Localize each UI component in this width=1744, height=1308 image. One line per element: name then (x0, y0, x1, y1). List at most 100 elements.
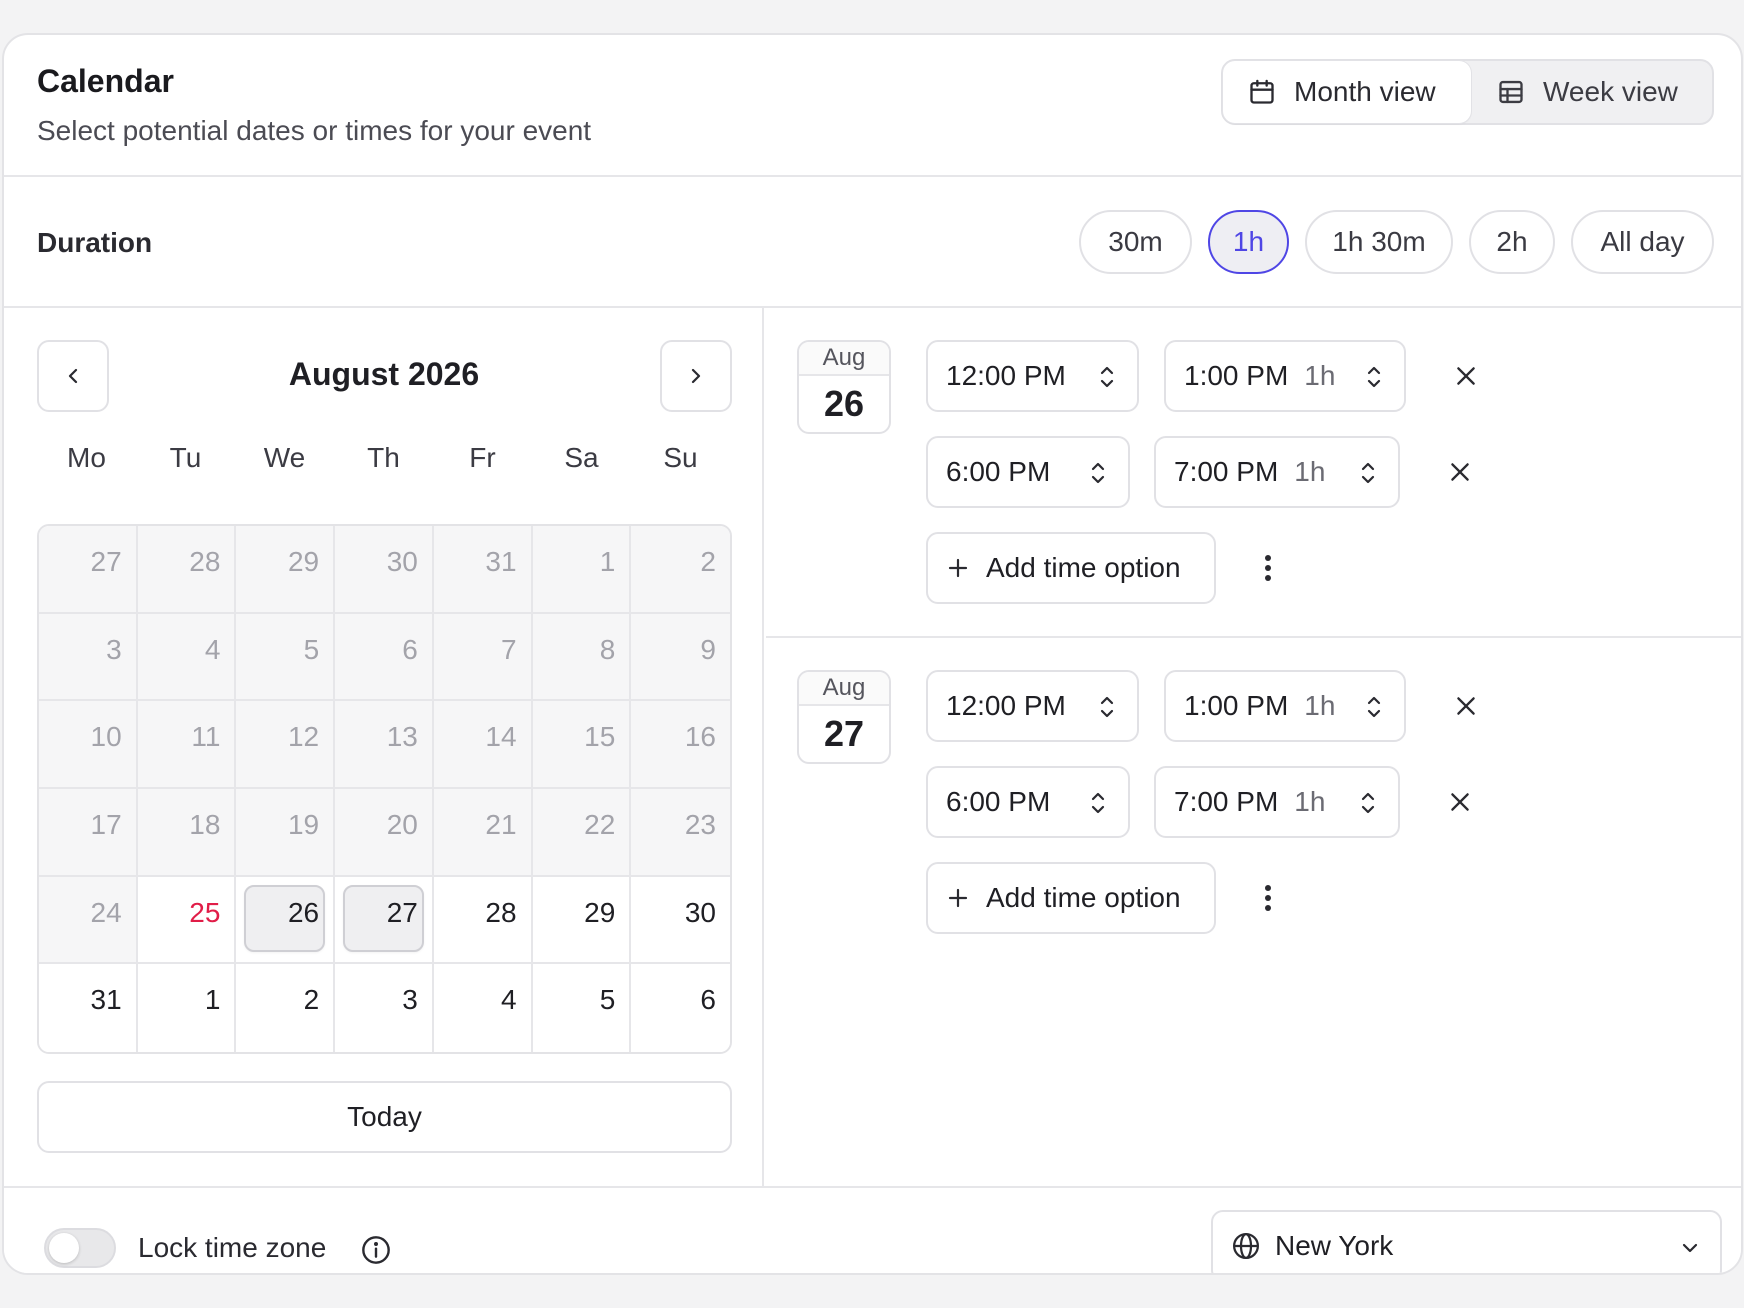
chevron-up-down-icon (1091, 462, 1105, 484)
add-time-option-label: Add time option (986, 882, 1181, 913)
chevron-up-down-icon (1361, 792, 1375, 814)
today-button[interactable]: Today (37, 1081, 732, 1153)
chevron-up-down-icon (1361, 462, 1375, 484)
toggle-knob (49, 1233, 79, 1263)
week-view-button[interactable]: Week view (1471, 61, 1712, 123)
weekday-header: Sa (564, 442, 599, 473)
weekday-header: We (263, 442, 306, 473)
day-cell[interactable]: 15 (532, 701, 632, 789)
month-calendar: August 2026 Mo Tu We Th Fr Sa Su 27 28 2… (4, 308, 764, 1186)
day-cell-selected[interactable]: 27 (335, 876, 434, 965)
day-cell[interactable]: 24 (39, 876, 138, 965)
day-cell[interactable]: 16 (631, 701, 730, 789)
add-time-option-button[interactable]: Add time option (926, 532, 1216, 604)
day-cell[interactable]: 14 (433, 701, 533, 789)
month-view-button[interactable]: Month view (1223, 61, 1471, 123)
day-cell[interactable]: 8 (532, 613, 632, 702)
end-time-value: 1:00 PM (1184, 690, 1289, 721)
day-cell[interactable]: 4 (433, 964, 533, 1052)
globe-icon (1233, 1233, 1259, 1259)
day-cell[interactable]: 30 (335, 526, 434, 614)
day-cell[interactable]: 29 (236, 526, 336, 614)
lock-timezone-toggle[interactable] (44, 1228, 116, 1268)
info-icon[interactable] (360, 1234, 392, 1266)
date-badge: Aug 26 (797, 340, 891, 434)
day-cell[interactable]: 6 (631, 964, 730, 1052)
day-cell[interactable]: 2 (631, 526, 730, 614)
day-cell[interactable]: 19 (236, 788, 336, 877)
remove-time-button[interactable] (1448, 358, 1484, 394)
duration-30m-pill[interactable]: 30m (1079, 210, 1192, 274)
remove-time-button[interactable] (1448, 688, 1484, 724)
day-cell[interactable]: 28 (137, 526, 237, 614)
day-cell[interactable]: 4 (137, 613, 237, 702)
day-cell[interactable]: 9 (631, 613, 730, 702)
day-cell[interactable]: 30 (631, 876, 730, 965)
end-time-select[interactable]: 7:00 PM 1h (1154, 766, 1400, 838)
day-cell[interactable]: 31 (39, 964, 138, 1052)
date-time-group: Aug 27 12:00 PM 1:00 PM 1h 6:00 PM 7:00 … (766, 638, 1741, 1186)
day-cell[interactable]: 1 (532, 526, 632, 614)
date-badge-month: Aug (799, 342, 889, 376)
next-month-button[interactable] (660, 340, 732, 412)
more-options-button[interactable] (1254, 878, 1282, 918)
remove-time-button[interactable] (1442, 784, 1478, 820)
day-cell[interactable]: 6 (335, 613, 434, 702)
prev-month-button[interactable] (37, 340, 109, 412)
start-time-select[interactable]: 6:00 PM (926, 766, 1130, 838)
end-time-select[interactable]: 1:00 PM 1h (1164, 670, 1406, 742)
day-cell[interactable]: 2 (236, 964, 336, 1052)
day-grid: 27 28 29 30 31 1 2 3 4 5 6 7 8 9 10 11 1… (37, 524, 732, 1054)
day-cell[interactable]: 5 (236, 613, 336, 702)
chevron-up-down-icon (1091, 792, 1105, 814)
day-cell[interactable]: 22 (532, 788, 632, 877)
day-cell[interactable]: 10 (39, 701, 138, 789)
day-cell[interactable]: 3 (335, 964, 434, 1052)
day-cell[interactable]: 18 (137, 788, 237, 877)
day-cell[interactable]: 12 (236, 701, 336, 789)
day-cell[interactable]: 5 (532, 964, 632, 1052)
day-cell[interactable]: 3 (39, 613, 138, 702)
month-view-label: Month view (1294, 76, 1436, 107)
day-cell[interactable]: 7 (433, 613, 533, 702)
day-cell[interactable]: 31 (433, 526, 533, 614)
close-icon (1451, 793, 1469, 811)
day-cell[interactable]: 27 (39, 526, 138, 614)
remove-time-button[interactable] (1442, 454, 1478, 490)
duration-1h30m-pill[interactable]: 1h 30m (1305, 210, 1453, 274)
lock-timezone-label: Lock time zone (138, 1232, 327, 1263)
table-grid-icon (1499, 80, 1523, 104)
day-cell[interactable]: 20 (335, 788, 434, 877)
start-time-select[interactable]: 6:00 PM (926, 436, 1130, 508)
day-cell[interactable]: 1 (137, 964, 237, 1052)
card-header: Calendar Select potential dates or times… (4, 35, 1741, 177)
start-time-value: 6:00 PM (946, 786, 1051, 817)
chevron-left-icon (68, 368, 78, 384)
duration-all-day-pill[interactable]: All day (1571, 210, 1714, 274)
day-cell[interactable]: 13 (335, 701, 434, 789)
chevron-up-down-icon (1367, 366, 1381, 388)
day-cell[interactable]: 23 (631, 788, 730, 877)
more-options-button[interactable] (1254, 548, 1282, 588)
timezone-select[interactable]: New York (1211, 1210, 1722, 1273)
day-cell[interactable]: 21 (433, 788, 533, 877)
end-time-select[interactable]: 1:00 PM 1h (1164, 340, 1406, 412)
chevron-right-icon (691, 368, 701, 384)
plus-icon (948, 888, 968, 908)
end-time-select[interactable]: 7:00 PM 1h (1154, 436, 1400, 508)
duration-2h-pill[interactable]: 2h (1469, 210, 1555, 274)
day-cell[interactable]: 29 (532, 876, 632, 965)
day-cell[interactable]: 28 (433, 876, 533, 965)
duration-1h-pill[interactable]: 1h (1208, 210, 1289, 274)
day-cell[interactable]: 17 (39, 788, 138, 877)
start-time-select[interactable]: 12:00 PM (926, 340, 1139, 412)
more-vertical-icon (1265, 555, 1271, 581)
add-time-option-button[interactable]: Add time option (926, 862, 1216, 934)
weekday-header: Th (367, 442, 400, 473)
start-time-select[interactable]: 12:00 PM (926, 670, 1139, 742)
day-cell-today[interactable]: 25 (137, 876, 237, 965)
day-cell-selected[interactable]: 26 (236, 876, 336, 965)
timezone-value: New York (1275, 1230, 1394, 1261)
day-cell[interactable]: 11 (137, 701, 237, 789)
slot-duration: 1h (1304, 690, 1336, 721)
